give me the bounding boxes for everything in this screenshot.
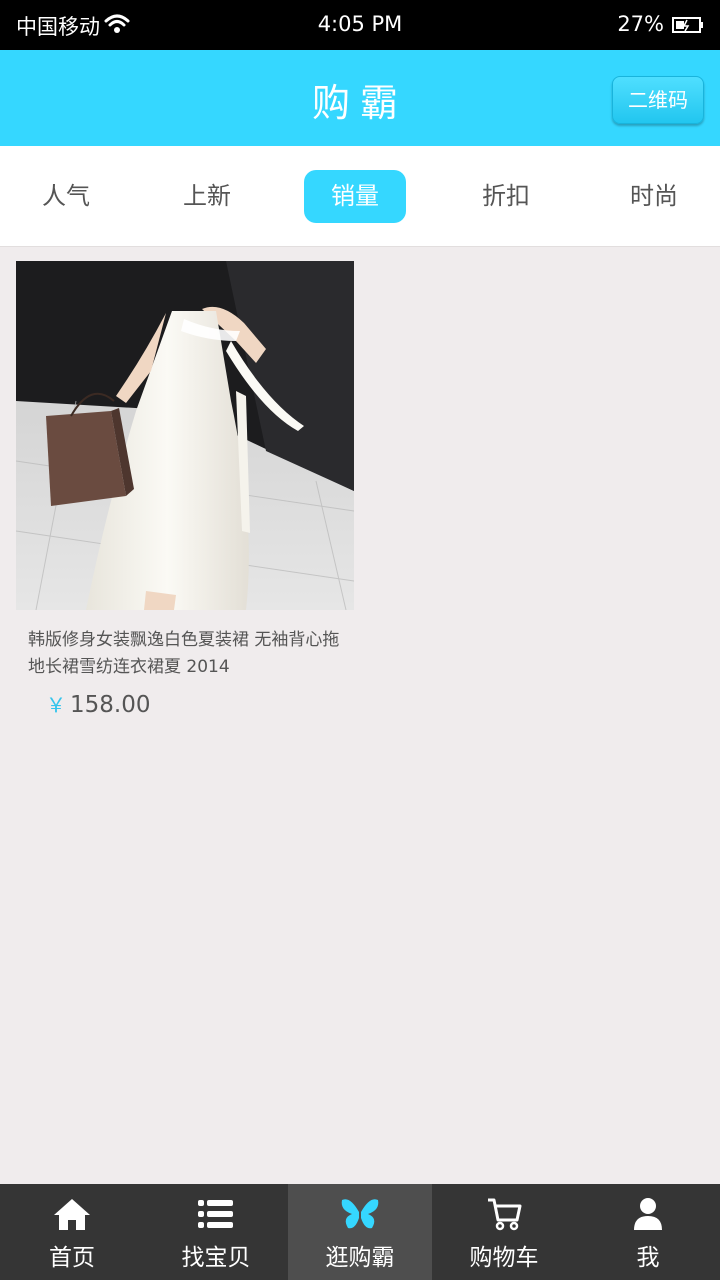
nav-me-label: 我 xyxy=(636,1245,660,1271)
tab-discount[interactable]: 折扣 xyxy=(455,170,557,223)
app-header: 购霸 二维码 xyxy=(0,50,720,146)
bottom-navigation: 首页 找宝贝 逛购霸 购物车 我 xyxy=(0,1184,720,1280)
nav-find-items-label: 找宝贝 xyxy=(181,1245,251,1271)
nav-find-items[interactable]: 找宝贝 xyxy=(144,1184,288,1280)
cart-icon xyxy=(488,1198,522,1231)
nav-browse-label: 逛购霸 xyxy=(325,1245,395,1271)
price-value: 158.00 xyxy=(70,692,151,718)
tab-sales[interactable]: 销量 xyxy=(304,170,406,223)
product-title[interactable]: 韩版修身女装飘逸白色夏装裙 无袖背心拖地长裙雪纺连衣裙夏 2014 xyxy=(28,627,350,681)
tab-new-arrivals[interactable]: 上新 xyxy=(156,170,258,223)
product-price: ￥ 158.00 xyxy=(46,689,150,718)
product-image[interactable] xyxy=(16,261,354,610)
product-card[interactable]: 韩版修身女装飘逸白色夏装裙 无袖背心拖地长裙雪纺连衣裙夏 2014 ￥ 158.0… xyxy=(16,261,354,731)
nav-home[interactable]: 首页 xyxy=(0,1184,144,1280)
nav-cart-label: 购物车 xyxy=(469,1245,539,1271)
battery-percentage: 27% xyxy=(617,12,664,36)
qr-code-button[interactable]: 二维码 xyxy=(612,76,704,124)
tab-fashion[interactable]: 时尚 xyxy=(603,170,705,223)
nav-me[interactable]: 我 xyxy=(576,1184,720,1280)
sort-tab-bar: 人气 上新 销量 折扣 时尚 xyxy=(0,146,720,247)
status-bar: 中国移动 4:05 PM 27% xyxy=(0,0,720,50)
user-icon xyxy=(634,1198,662,1230)
tab-popularity[interactable]: 人气 xyxy=(15,170,117,223)
list-icon xyxy=(198,1200,233,1228)
butterfly-icon xyxy=(341,1199,379,1229)
clock: 4:05 PM xyxy=(317,12,403,36)
home-icon xyxy=(54,1199,90,1230)
nav-home-label: 首页 xyxy=(49,1245,95,1271)
battery-icon xyxy=(672,17,703,33)
nav-cart[interactable]: 购物车 xyxy=(432,1184,576,1280)
nav-browse[interactable]: 逛购霸 xyxy=(288,1184,432,1280)
currency-symbol: ￥ xyxy=(46,693,66,717)
